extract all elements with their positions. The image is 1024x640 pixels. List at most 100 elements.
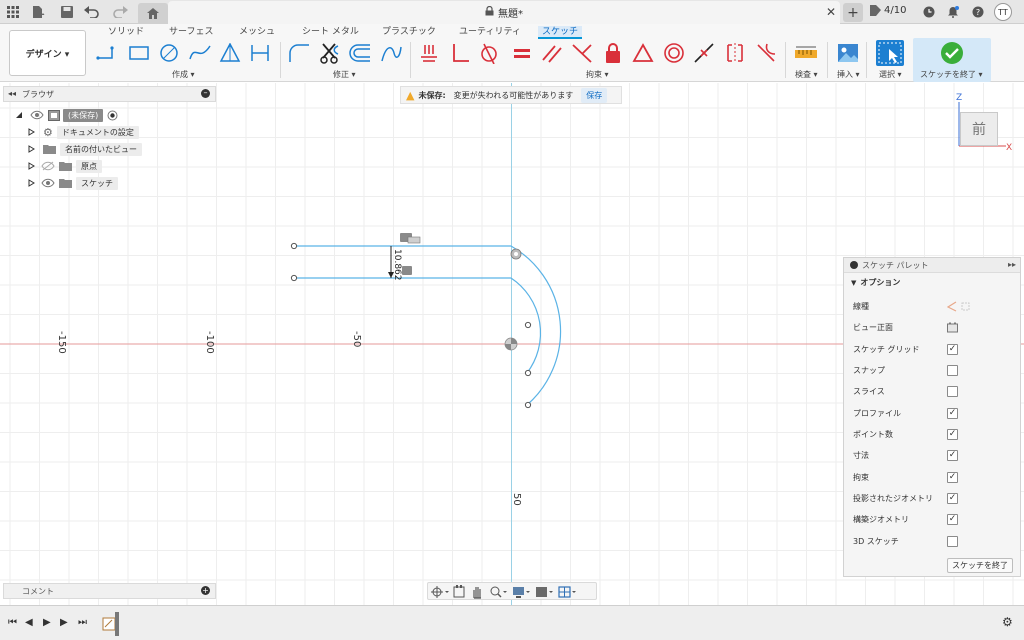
document-tab[interactable]: 無題* [168, 1, 840, 24]
checkbox-constraints[interactable]: ✓ [947, 472, 958, 483]
checkbox-projected-geometry[interactable]: ✓ [947, 493, 958, 504]
horizontal-constraint-icon[interactable] [402, 266, 412, 275]
app-grid-icon[interactable] [5, 4, 21, 20]
expand-triangle-icon[interactable] [28, 162, 35, 170]
redo-icon[interactable] [112, 4, 128, 20]
browser-item-label[interactable]: (未保存) [63, 108, 104, 122]
dimension-annotation[interactable]: 10.862 [388, 233, 421, 281]
palette-minimize-icon[interactable] [850, 261, 858, 269]
timeline-start-icon[interactable]: ⏮ [8, 617, 17, 628]
modify-group-label[interactable]: 修正 ▾ [333, 69, 356, 80]
timeline-sketch-feature-icon[interactable] [102, 612, 122, 636]
tangent-constraint-icon[interactable] [477, 42, 501, 64]
collapse-double-arrow-icon[interactable]: ◂◂ [8, 89, 16, 98]
browser-item-named-views[interactable]: 名前の付いたビュー [28, 142, 142, 156]
viewports-icon[interactable] [558, 586, 576, 598]
finish-sketch-ribbon-button[interactable]: スケッチを終了 ▾ [913, 38, 991, 82]
concentric-constraint-icon[interactable] [662, 42, 686, 64]
browser-item-origin[interactable]: 原点 [28, 159, 102, 173]
hidden-eye-icon[interactable] [41, 161, 55, 171]
trim-scissors-icon[interactable] [318, 42, 342, 64]
tab-sketch[interactable]: スケッチ [538, 26, 583, 39]
expand-triangle-icon[interactable] [15, 111, 23, 119]
browser-root-item[interactable]: (未保存) [15, 108, 118, 122]
expand-triangle-icon[interactable] [28, 145, 35, 153]
sketch-arc-outer[interactable] [510, 245, 562, 406]
rectangle-tool-icon[interactable] [127, 42, 151, 64]
polygon-tool-icon[interactable] [218, 42, 242, 64]
section-collapse-icon[interactable]: ▼ [851, 279, 856, 287]
browser-item-label[interactable]: 原点 [76, 159, 102, 173]
timeline-settings-gear-icon[interactable]: ⚙ [1002, 615, 1013, 629]
fix-lock-constraint-icon[interactable] [601, 42, 625, 64]
browser-item-sketches[interactable]: スケッチ [28, 176, 118, 190]
sketch-point[interactable] [290, 274, 298, 282]
viewcube[interactable]: 前 [960, 112, 998, 146]
sketch-point[interactable] [524, 369, 532, 377]
look-at-icon[interactable] [453, 585, 465, 598]
checkbox-sketch-grid[interactable]: ✓ [947, 344, 958, 355]
timeline-play-icon[interactable]: ▶ [43, 617, 51, 628]
select-tool-button[interactable] [876, 40, 904, 66]
checkbox-profile[interactable]: ✓ [947, 408, 958, 419]
parallel-constraint-icon[interactable] [540, 42, 564, 64]
tab-plastic[interactable]: プラスチック [378, 26, 440, 39]
file-menu-icon[interactable] [30, 4, 46, 20]
sketch-point[interactable] [524, 401, 532, 409]
expand-panel-icon[interactable]: ▸▸ [1008, 260, 1016, 269]
undo-icon[interactable] [84, 4, 100, 20]
offset-tool-icon[interactable] [348, 42, 372, 64]
comments-panel[interactable]: コメント + [3, 583, 216, 599]
save-icon[interactable] [59, 4, 75, 20]
measure-ruler-icon[interactable] [794, 42, 818, 64]
tangent-glyph-icon[interactable] [510, 248, 522, 260]
tab-utility[interactable]: ユーティリティ [455, 26, 525, 39]
linetype-icons[interactable] [947, 301, 971, 312]
sketch-point[interactable] [524, 321, 532, 329]
constraint-glyph-icon[interactable] [407, 236, 421, 244]
spline-tool-icon[interactable] [188, 42, 212, 64]
sketch-point[interactable] [290, 242, 298, 250]
symmetry-constraint-icon[interactable] [723, 42, 747, 64]
notification-bell-icon[interactable] [945, 4, 961, 20]
workspace-switcher[interactable]: デザイン ▾ [9, 30, 86, 76]
checkbox-dimensions[interactable]: ✓ [947, 450, 958, 461]
coincident-constraint-icon[interactable] [418, 42, 442, 64]
browser-panel-header[interactable]: ◂◂ ブラウザ – [3, 86, 216, 102]
insert-group-label[interactable]: 挿入 ▾ [837, 69, 860, 80]
line-tool-icon[interactable] [95, 42, 119, 64]
curvature-constraint-icon[interactable] [754, 42, 778, 64]
home-tab[interactable] [138, 3, 168, 24]
add-comment-icon[interactable]: + [201, 586, 210, 595]
dimension-value[interactable]: 10.862 [392, 249, 402, 281]
browser-item-label[interactable]: スケッチ [76, 176, 118, 190]
sketch-palette-header[interactable]: スケッチ パレット ▸▸ [844, 258, 1020, 273]
checkbox-3d-sketch[interactable] [947, 536, 958, 547]
save-button[interactable]: 保存 [581, 87, 608, 103]
clock-icon[interactable] [921, 4, 937, 20]
checkbox-snap[interactable] [947, 365, 958, 376]
select-group-label[interactable]: 選択 ▾ [879, 69, 902, 80]
create-group-label[interactable]: 作成 ▾ [172, 69, 195, 80]
close-tab-icon[interactable]: ✕ [826, 5, 836, 19]
checkbox-construction-geometry[interactable]: ✓ [947, 514, 958, 525]
activate-radio-icon[interactable] [107, 110, 118, 121]
zoom-icon[interactable] [490, 586, 507, 598]
constraints-group-label[interactable]: 拘束 ▾ [586, 69, 609, 80]
orbit-icon[interactable] [431, 586, 449, 598]
slot-tool-icon[interactable] [248, 42, 272, 64]
grid-settings-icon[interactable] [536, 587, 553, 597]
pan-hand-icon[interactable] [473, 587, 481, 599]
browser-item-label[interactable]: 名前の付いたビュー [60, 142, 142, 156]
browser-item-document-settings[interactable]: ⚙ ドキュメントの設定 [28, 125, 139, 139]
tab-solid[interactable]: ソリッド [104, 26, 148, 39]
perpendicular-constraint-icon[interactable] [448, 42, 472, 64]
tab-mesh[interactable]: メッシュ [235, 26, 279, 39]
timeline-step-back-icon[interactable]: ◀ [25, 617, 33, 628]
midpoint-constraint-icon[interactable] [692, 42, 716, 64]
equal-constraint-icon[interactable] [510, 42, 534, 64]
job-status[interactable]: 4/10 [870, 5, 906, 16]
insert-image-icon[interactable] [836, 42, 860, 64]
help-icon[interactable]: ? [970, 4, 986, 20]
finish-sketch-button[interactable]: スケッチを終了 [947, 558, 1013, 573]
